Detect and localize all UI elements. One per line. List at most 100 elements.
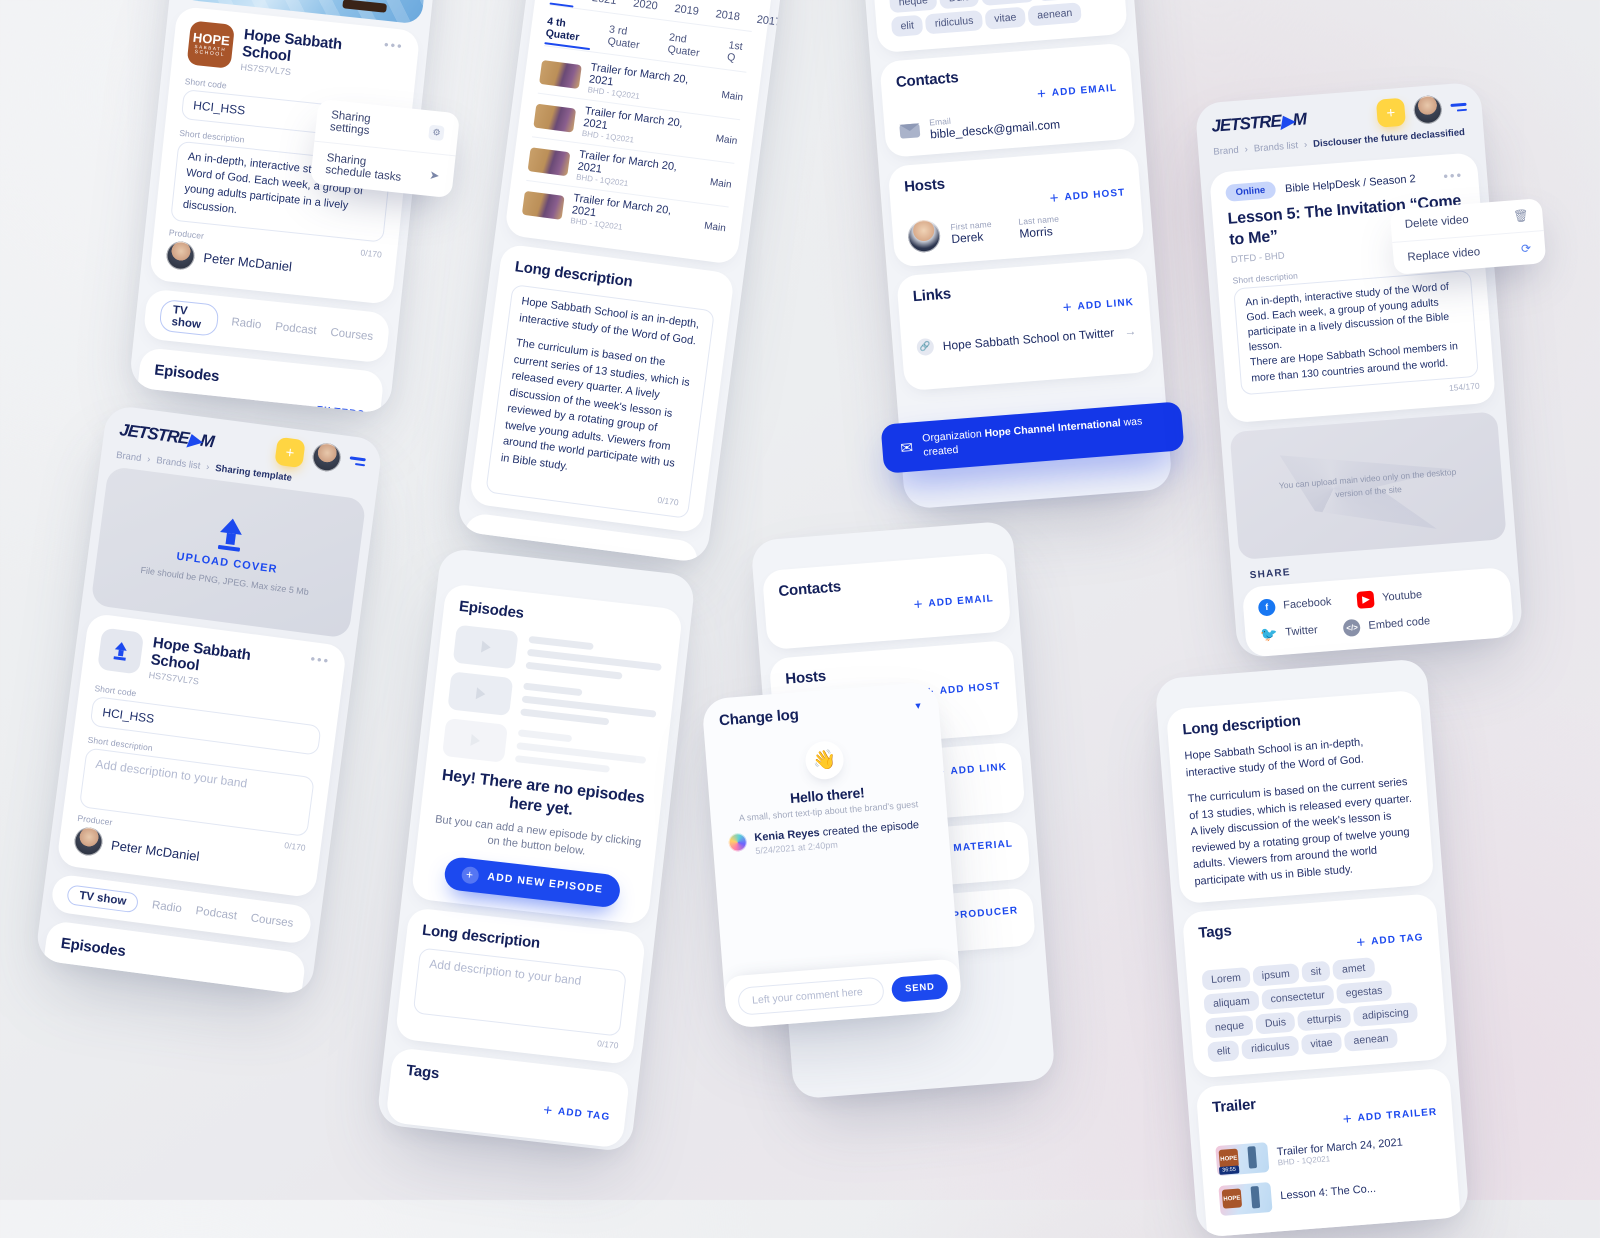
tag-list: Loremipsumsitamet aliquamconsecteturegest… [1201,951,1432,1064]
upload-hint: File should be PNG, JPEG. Max size 5 Mb [139,565,310,598]
tab-courses[interactable]: Courses [330,326,374,342]
chevron-down-icon[interactable]: ▼ [913,700,923,711]
year-tab-2019[interactable]: 2019 [674,3,700,18]
long-description-textarea[interactable]: Hope Sabbath School is an in-depth, inte… [485,284,715,519]
sharing-template-card: JETSTRE▶M + Brand › Brands list › Sharing … [34,404,384,996]
share-youtube[interactable]: ▶ Youtube [1356,587,1423,609]
app-logo[interactable]: JETSTRE▶M [118,420,214,452]
tag-item[interactable]: adipiscing [1036,0,1103,2]
lesson-more-icon[interactable]: ••• [1443,167,1464,183]
breadcrumb-brands-list[interactable]: Brands list [1253,140,1298,154]
comment-input[interactable]: Left your comment here [737,976,886,1016]
quarter-tab-4[interactable]: 4 th Quater [545,15,594,45]
tag-item[interactable]: amet [1332,957,1376,981]
app-logo[interactable]: JETSTRE▶M [1211,109,1307,136]
menu-icon[interactable] [1450,102,1467,112]
video-dropdown-menu[interactable]: Delete video 🗑 Replace video ⟳ [1389,198,1547,275]
year-tab-2020[interactable]: 2020 [633,0,659,13]
tag-item[interactable]: aliquam [1203,990,1260,1015]
episode-type: Main [709,176,733,191]
changelog-entry-avatar [728,832,748,853]
add-button[interactable]: + [1375,97,1406,128]
link-item[interactable]: Hope Sabbath School on Twitter [942,325,1114,352]
lesson-panel: Online Bible HelpDesk / Season 2 ••• Les… [1209,152,1496,424]
trailer-panel: Trailer + ADD TRAILER HOPE 36:55 Trailer… [1195,1067,1462,1238]
skeleton-thumb [447,671,514,717]
tag-item[interactable]: sit [1300,960,1331,983]
host-last-name[interactable]: Morris [1019,224,1061,241]
tag-item[interactable]: elit [890,14,924,38]
menu-icon[interactable] [349,456,366,467]
brand-more-icon[interactable]: ••• [310,651,331,668]
user-avatar[interactable] [310,441,343,473]
tab-radio[interactable]: Radio [151,899,182,915]
tab-courses[interactable]: Courses [250,912,294,929]
quarter-tab-2[interactable]: 2nd Quater [667,31,714,61]
year-tab-2018[interactable]: 2018 [715,8,741,23]
mail-check-icon: ✉ [899,439,914,458]
filters-button[interactable]: ⇄ FILTERS [692,0,758,1]
brand-more-icon[interactable]: ••• [383,37,404,54]
quarter-tab-3[interactable]: 3 rd Quater [607,23,654,53]
year-tab-2021[interactable]: 2021 [591,0,617,7]
toast-prefix: Organization [921,427,983,445]
tab-podcast[interactable]: Podcast [195,905,238,922]
tag-item[interactable]: neque [888,0,938,14]
quarter-tab-1[interactable]: 1st Q [726,39,750,66]
tag-item[interactable]: etturpis [980,0,1035,6]
tag-item[interactable]: ridiculus [1241,1035,1300,1060]
tab-tv-show[interactable]: TV show [66,884,140,914]
long-description-panel: Long description Add description to your… [394,906,647,1065]
share-embed-code[interactable]: </> Embed code [1342,613,1431,637]
episodes-title: Episodes [153,361,221,386]
year-tab-2022[interactable]: 2022 [550,0,576,2]
host-avatar [906,219,942,254]
tag-item[interactable]: vitae [984,6,1027,30]
user-avatar[interactable] [1412,94,1443,125]
tag-item[interactable]: ipsum [1252,963,1300,987]
send-button[interactable]: SEND [891,972,949,1003]
video-upload-placeholder[interactable]: You can upload main video only on the de… [1229,411,1507,560]
tab-podcast[interactable]: Podcast [275,321,318,337]
plus-icon: + [1342,1110,1353,1129]
share-twitter-label: Twitter [1284,624,1319,639]
mail-icon [899,123,921,139]
brand-logo-upload[interactable] [97,627,145,675]
link-icon: 🔗 [916,337,935,357]
add-button[interactable]: + [274,436,306,469]
tag-item[interactable]: Duis [939,0,980,10]
empty-episodes-panel: Episodes Hey! There are no episodes here… [410,583,684,925]
long-description-para2: The curriculum is based on the current s… [500,337,691,473]
year-tab-2017[interactable]: 2017 [756,14,782,29]
replace-video-label: Replace video [1407,246,1481,264]
skeleton-thumb [442,718,508,763]
tag-item[interactable]: aenean [1027,2,1083,27]
producer-label: Producer [168,227,205,241]
add-new-episode-button[interactable]: + ADD NEW EPISODE [442,855,622,909]
share-twitter[interactable]: 🐦 Twitter [1260,622,1319,643]
share-facebook[interactable]: f Facebook [1257,594,1332,617]
tag-item[interactable]: ridiculus [925,10,984,35]
breadcrumb-brand[interactable]: Brand [115,450,142,464]
tag-item[interactable]: elit [1207,1040,1241,1063]
tab-tv-show[interactable]: TV show [158,298,220,337]
long-description-panel: Long description Hope Sabbath School is … [468,243,735,534]
sharing-dropdown-menu[interactable]: Sharing settings ⚙ Sharing schedule task… [309,98,461,199]
breadcrumb-brand[interactable]: Brand [1213,145,1239,158]
tag-item[interactable]: neque [1205,1014,1254,1039]
brand-info-panel: Hope Sabbath School HS7S7VL7S ••• Short … [56,612,348,899]
tag-item[interactable]: Lorem [1201,966,1251,991]
tag-item[interactable]: etturpis [1297,1007,1351,1032]
tag-item[interactable]: egestas [1335,979,1393,1005]
tag-item[interactable]: Duis [1255,1011,1296,1035]
tag-item[interactable]: aenean [1343,1027,1399,1052]
tag-item[interactable]: consectetur [1260,984,1335,1011]
tag-item[interactable]: vitae [1300,1031,1343,1056]
tab-radio[interactable]: Radio [231,316,262,331]
lesson-short-description[interactable]: An in-depth, interactive study of the Wo… [1233,269,1479,396]
trailer-thumbnail: HOPE [1218,1181,1273,1216]
link-arrow-icon[interactable]: → [1124,323,1137,338]
tag-item[interactable]: adipiscing [1352,1001,1419,1027]
long-description-tags-card: Long description Hope Sabbath School is … [1154,658,1470,1238]
host-first-name[interactable]: Derek [951,229,993,246]
